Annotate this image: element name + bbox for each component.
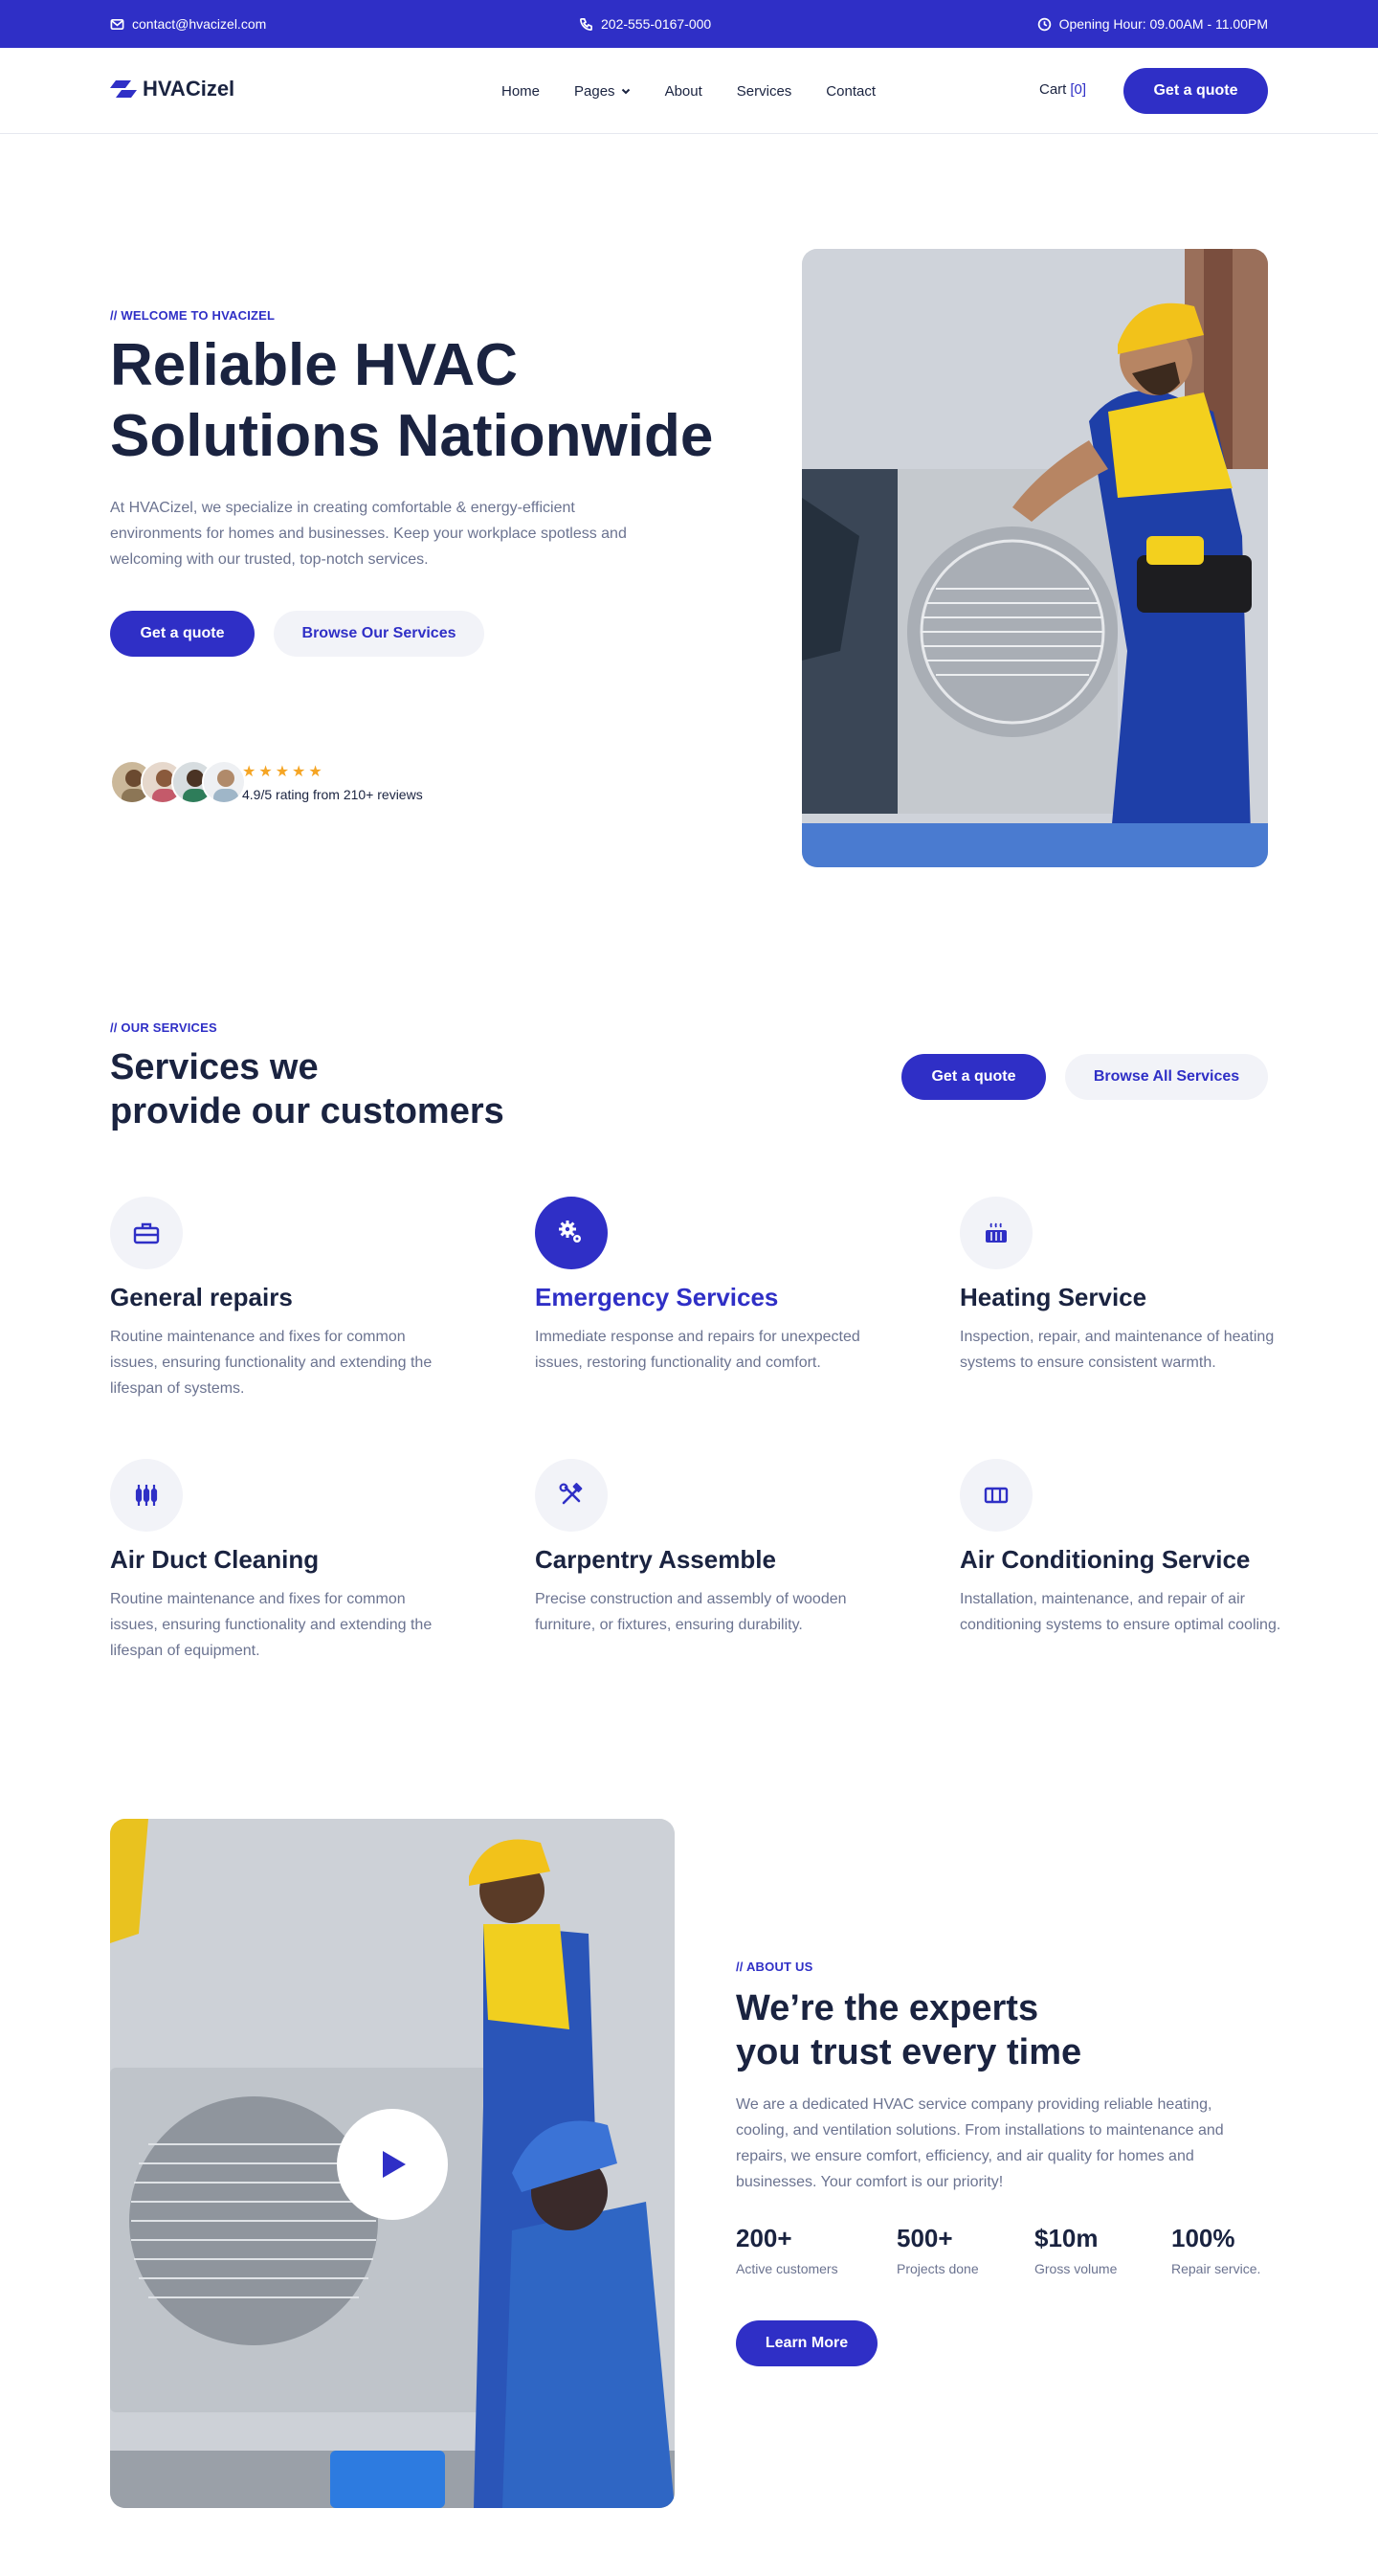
rating-block: ★★★★★ 4.9/5 rating from 210+ reviews — [242, 762, 423, 802]
stat-value: 100% — [1171, 2224, 1235, 2252]
tools-icon — [559, 1483, 583, 1505]
hero-quote-button[interactable]: Get a quote — [110, 611, 255, 657]
hero-eyebrow: // WELCOME TO HVACIZEL — [110, 308, 276, 323]
stat-value: $10m — [1034, 2224, 1099, 2252]
ac-unit-icon — [984, 1487, 1009, 1504]
email-text: contact@hvacizel.com — [132, 16, 267, 32]
services-quote-button[interactable]: Get a quote — [901, 1054, 1046, 1100]
reviewer-avatars — [110, 760, 246, 806]
nav-pages-label: Pages — [574, 82, 615, 100]
stat-value: 500+ — [897, 2224, 953, 2252]
service-name: Heating Service — [960, 1283, 1147, 1311]
service-description: Inspection, repair, and maintenance of h… — [960, 1329, 1275, 1371]
services-title-line1: Services we — [110, 1047, 319, 1087]
services-eyebrow: // OUR SERVICES — [110, 1020, 217, 1035]
stat-active-customers: 200+ Active customers — [736, 2224, 838, 2276]
service-icon-wrap — [110, 1459, 183, 1532]
about-eyebrow: // ABOUT US — [736, 1960, 813, 1974]
services-title: Services we provide our customers — [110, 1045, 684, 1133]
stat-repair-service: 100% Repair service. — [1171, 2224, 1260, 2276]
service-icon-wrap — [110, 1197, 183, 1269]
service-icon-wrap — [960, 1459, 1033, 1532]
cart-count: [0] — [1070, 81, 1087, 98]
site-logo[interactable]: HVACizel — [110, 77, 234, 101]
browse-services-button[interactable]: Browse Our Services — [274, 611, 484, 657]
rating-text: 4.9/5 rating from 210+ reviews — [242, 787, 423, 802]
stat-label: Active customers — [736, 2261, 838, 2276]
stat-label: Projects done — [897, 2261, 979, 2276]
service-icon-wrap — [535, 1459, 608, 1532]
clock-icon — [1037, 17, 1051, 31]
logo-text: HVACizel — [143, 77, 235, 101]
nav-about-label: About — [664, 82, 702, 100]
service-name: General repairs — [110, 1283, 293, 1311]
service-card-air-duct[interactable]: Air Duct Cleaning Routine maintenance an… — [110, 1459, 455, 1664]
radiator-icon — [986, 1222, 1007, 1243]
nav-services-label: Services — [736, 82, 792, 100]
service-card-emergency[interactable]: Emergency Services Immediate response an… — [535, 1197, 879, 1376]
service-description: Routine maintenance and fixes for common… — [110, 1329, 433, 1397]
hero-technician-image — [802, 249, 1268, 867]
logo-mark-icon — [110, 80, 137, 98]
service-card-general-repairs[interactable]: General repairs Routine maintenance and … — [110, 1197, 455, 1401]
service-icon-wrap — [960, 1197, 1033, 1269]
stat-label: Repair service. — [1171, 2261, 1261, 2276]
main-nav: Home Pages About Services Contact — [501, 48, 910, 134]
services-title-line2: provide our customers — [110, 1091, 504, 1131]
header-quote-button[interactable]: Get a quote — [1123, 68, 1268, 114]
service-card-air-conditioning[interactable]: Air Conditioning Service Installation, m… — [960, 1459, 1304, 1638]
service-name: Carpentry Assemble — [535, 1545, 776, 1574]
nav-contact-label: Contact — [826, 82, 876, 100]
nav-home[interactable]: Home — [501, 83, 540, 100]
avatar — [202, 760, 246, 804]
nav-contact[interactable]: Contact — [826, 83, 876, 100]
nav-services[interactable]: Services — [737, 83, 792, 100]
play-icon — [383, 2151, 406, 2178]
toolbox-icon — [133, 1222, 160, 1244]
cart-label: Cart — [1039, 81, 1067, 98]
browse-all-services-button[interactable]: Browse All Services — [1065, 1054, 1268, 1100]
contact-email[interactable]: contact@hvacizel.com — [110, 0, 266, 48]
play-video-button[interactable] — [337, 2109, 448, 2220]
cart-link[interactable]: Cart [0] — [1039, 81, 1086, 98]
stat-projects-done: 500+ Projects done — [897, 2224, 979, 2276]
top-bar: contact@hvacizel.com 202-555-0167-000 Op… — [0, 0, 1378, 48]
service-description: Installation, maintenance, and repair of… — [960, 1591, 1281, 1633]
service-icon-wrap — [535, 1197, 608, 1269]
nav-pages[interactable]: Pages — [574, 83, 631, 100]
service-name: Emergency Services — [535, 1283, 779, 1311]
stat-value: 200+ — [736, 2224, 792, 2252]
rating-stars: ★★★★★ — [242, 764, 325, 780]
service-name: Air Conditioning Service — [960, 1545, 1251, 1574]
hero-description: At HVACizel, we specialize in creating c… — [110, 500, 627, 568]
stat-label: Gross volume — [1034, 2261, 1118, 2276]
service-name: Air Duct Cleaning — [110, 1545, 320, 1574]
filters-icon — [135, 1485, 158, 1506]
nav-about[interactable]: About — [665, 83, 702, 100]
service-description: Immediate response and repairs for unexp… — [535, 1329, 860, 1371]
nav-home-label: Home — [501, 82, 541, 100]
phone-icon — [580, 17, 592, 31]
stat-gross-volume: $10m Gross volume — [1034, 2224, 1117, 2276]
gears-icon — [559, 1221, 581, 1243]
chevron-down-icon — [621, 88, 630, 95]
main-header: HVACizel Home Pages About Services Conta… — [0, 48, 1378, 134]
hours-text: Opening Hour: 09.00AM - 11.00PM — [1058, 16, 1268, 32]
service-card-carpentry[interactable]: Carpentry Assemble Precise construction … — [535, 1459, 879, 1638]
contact-phone[interactable]: 202-555-0167-000 — [579, 0, 711, 48]
opening-hours: Opening Hour: 09.00AM - 11.00PM — [1037, 0, 1268, 48]
service-card-heating[interactable]: Heating Service Inspection, repair, and … — [960, 1197, 1304, 1376]
service-description: Routine maintenance and fixes for common… — [110, 1591, 433, 1659]
hero-title: Reliable HVAC Solutions Nationwide — [110, 332, 714, 469]
mail-icon — [110, 18, 124, 30]
learn-more-button[interactable]: Learn More — [736, 2320, 878, 2366]
phone-text: 202-555-0167-000 — [601, 16, 712, 32]
service-description: Precise construction and assembly of woo… — [535, 1591, 847, 1633]
about-title: We’re the experts you trust every time — [736, 1988, 1082, 2072]
about-description: We are a dedicated HVAC service company … — [736, 2096, 1224, 2190]
